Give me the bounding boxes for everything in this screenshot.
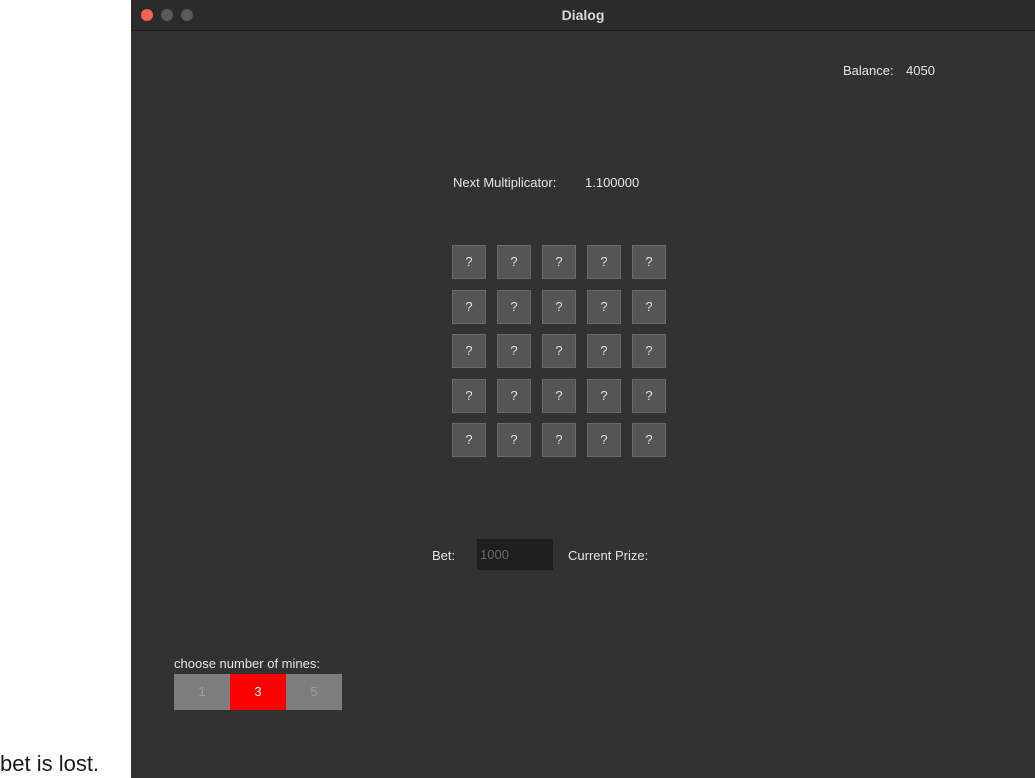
mine-tile[interactable]: ? [452, 289, 486, 324]
mine-tile[interactable]: ? [497, 245, 531, 279]
current-prize-label: Current Prize: [568, 548, 649, 563]
mine-tile[interactable]: ? [632, 378, 666, 413]
multiplicator-value: 1.100000 [585, 175, 640, 190]
bet-label: Bet: [432, 548, 456, 563]
mines-option-1[interactable]: 1 [174, 674, 230, 710]
mine-tile[interactable]: ? [542, 378, 576, 413]
mine-tile[interactable]: ? [497, 378, 531, 413]
mine-tile[interactable]: ? [587, 378, 621, 413]
document-trailing-text: bet is lost. [0, 751, 100, 776]
dialog-window: Dialog Balance: 4050 Next Multiplicator:… [131, 0, 1035, 778]
mine-tile[interactable]: ? [497, 423, 531, 457]
mine-tile[interactable]: ? [632, 334, 666, 368]
mine-tile[interactable]: ? [542, 334, 576, 368]
mines-label: choose number of mines: [174, 656, 320, 671]
mine-tile[interactable]: ? [497, 334, 531, 368]
mine-tile[interactable]: ? [452, 245, 486, 279]
mine-tile[interactable]: ? [632, 423, 666, 457]
mine-tile[interactable]: ? [587, 245, 621, 279]
bet-input[interactable]: 1000 [477, 539, 553, 570]
mine-tile[interactable]: ? [587, 334, 621, 368]
multiplicator-label: Next Multiplicator: [453, 175, 557, 190]
window-title: Dialog [561, 7, 605, 23]
mine-tile[interactable]: ? [542, 423, 576, 457]
mine-tile[interactable]: ? [587, 289, 621, 324]
mines-option-5[interactable]: 5 [286, 674, 342, 710]
mines-option-3[interactable]: 3 [230, 674, 286, 710]
mine-tile[interactable]: ? [632, 245, 666, 279]
title-bar: Dialog [131, 0, 1035, 31]
mine-tile[interactable]: ? [497, 289, 531, 324]
mine-tile[interactable]: ? [542, 289, 576, 324]
mine-tile[interactable]: ? [632, 289, 666, 324]
balance-label: Balance: [843, 63, 894, 78]
mine-tile[interactable]: ? [452, 334, 486, 368]
mine-tile[interactable]: ? [587, 423, 621, 457]
balance-value: 4050 [906, 63, 935, 78]
mine-tile[interactable]: ? [452, 378, 486, 413]
mine-tile[interactable]: ? [542, 245, 576, 279]
mine-tile[interactable]: ? [452, 423, 486, 457]
